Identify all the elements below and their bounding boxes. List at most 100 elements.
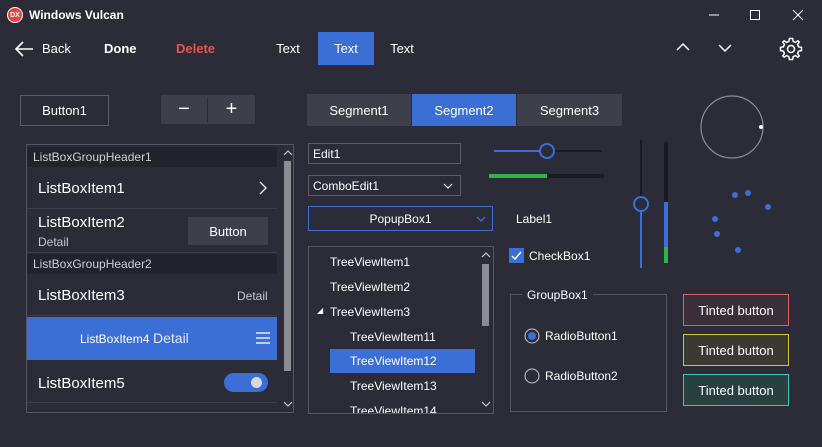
segment-1[interactable]: Segment1 xyxy=(307,94,411,126)
listbox-item-label: ListBoxItem1 xyxy=(38,180,125,197)
chevron-down-icon[interactable] xyxy=(443,183,453,189)
listbox-item-detail: Detail xyxy=(237,289,268,303)
back-arrow-icon xyxy=(14,41,33,57)
tinted-button-teal[interactable]: Tinted button xyxy=(683,374,789,406)
slider-thumb[interactable] xyxy=(539,143,555,159)
progress-fill-blue xyxy=(664,202,668,247)
scroll-up-icon[interactable] xyxy=(283,150,293,156)
plus-button[interactable]: + xyxy=(208,95,255,124)
listbox-group-header-2: ListBoxGroupHeader2 xyxy=(27,254,277,274)
listbox-item-detail: Detail xyxy=(38,235,69,249)
progress-fill-green xyxy=(664,247,668,263)
treeview[interactable]: TreeViewItem1 TreeViewItem2 ◢ TreeViewIt… xyxy=(308,246,494,414)
radio-label: RadioButton1 xyxy=(545,329,618,343)
tab-text-1[interactable]: Text xyxy=(262,32,314,65)
button1[interactable]: Button1 xyxy=(20,95,109,126)
progress-bar-vertical xyxy=(664,142,669,263)
scroll-down-icon[interactable] xyxy=(283,401,293,407)
loading-spinner-icon xyxy=(712,190,771,253)
tinted-button-yellow[interactable]: Tinted button xyxy=(683,334,789,366)
scroll-down-icon[interactable] xyxy=(481,401,491,407)
tree-item[interactable]: TreeViewItem14 xyxy=(350,404,437,413)
horizontal-slider[interactable] xyxy=(494,142,602,160)
scrollbar-thumb[interactable] xyxy=(482,264,489,326)
radio-unselected-icon xyxy=(524,368,540,384)
checkbox-label: CheckBox1 xyxy=(529,249,591,263)
checkmark-icon xyxy=(511,251,522,261)
listbox[interactable]: ListBoxGroupHeader1 ListBoxItem1 ListBox… xyxy=(26,144,294,413)
radio-button-2[interactable]: RadioButton2 xyxy=(524,367,634,385)
chevron-down-icon[interactable] xyxy=(718,43,732,53)
groupbox xyxy=(510,294,667,412)
scrollbar-thumb[interactable] xyxy=(284,161,291,371)
maximize-button[interactable] xyxy=(735,0,775,30)
listbox-item-label: ListBoxItem2 xyxy=(38,214,125,231)
expander-icon[interactable]: ◢ xyxy=(317,306,323,315)
close-icon xyxy=(792,9,804,21)
drag-handle-icon[interactable] xyxy=(256,332,270,344)
minus-button[interactable]: − xyxy=(161,95,207,124)
toggle-knob xyxy=(251,377,262,388)
minimize-button[interactable] xyxy=(694,0,734,30)
progress-track xyxy=(547,174,604,178)
tree-item[interactable]: TreeViewItem3 xyxy=(330,305,410,319)
radio-button-1[interactable]: RadioButton1 xyxy=(524,327,634,345)
knob-indicator xyxy=(759,125,763,129)
scroll-up-icon[interactable] xyxy=(481,252,491,258)
back-button[interactable]: Back xyxy=(12,38,72,60)
tinted-button-red[interactable]: Tinted button xyxy=(683,294,789,326)
chevron-up-icon[interactable] xyxy=(676,42,690,52)
tree-item[interactable]: TreeViewItem12 xyxy=(350,354,437,368)
chevron-right-icon xyxy=(259,181,267,195)
listbox-scrollbar[interactable] xyxy=(281,145,293,412)
combo-edit[interactable]: ComboEdit1 xyxy=(308,175,461,196)
maximize-icon xyxy=(750,10,760,20)
checkbox-box xyxy=(509,248,524,263)
listbox-group-header-1: ListBoxGroupHeader1 xyxy=(27,147,277,167)
progress-fill-green xyxy=(489,174,547,178)
progress-track xyxy=(664,142,668,202)
segment-2[interactable]: Segment2 xyxy=(412,94,516,126)
listbox-item-5[interactable]: ListBoxItem5 xyxy=(27,361,277,403)
chevron-down-icon xyxy=(476,216,486,222)
listbox-item-1[interactable]: ListBoxItem1 xyxy=(27,167,277,209)
radio-label: RadioButton2 xyxy=(545,369,618,383)
slider-track xyxy=(640,140,642,202)
app-icon: DX xyxy=(7,7,23,23)
radio-selected-icon xyxy=(524,328,540,344)
popup-box[interactable]: PopupBox1 xyxy=(308,206,493,231)
tree-item[interactable]: TreeViewItem13 xyxy=(350,379,437,393)
groupbox-title: GroupBox1 xyxy=(522,288,593,302)
minimize-icon xyxy=(709,14,719,16)
segment-3[interactable]: Segment3 xyxy=(517,94,622,126)
tree-item[interactable]: TreeViewItem1 xyxy=(330,255,410,269)
window-title: Windows Vulcan xyxy=(29,8,124,22)
listbox-item-detail: Detail xyxy=(153,330,189,346)
delete-button[interactable]: Delete xyxy=(176,41,215,56)
popup-box-value: PopupBox1 xyxy=(369,211,432,226)
edit1-input[interactable]: Edit1 xyxy=(308,143,461,164)
tree-item[interactable]: TreeViewItem11 xyxy=(350,330,436,344)
back-label: Back xyxy=(42,41,71,56)
slider-thumb[interactable] xyxy=(633,196,649,212)
toggle-switch[interactable] xyxy=(224,373,268,392)
tree-scrollbar[interactable] xyxy=(479,247,493,413)
listbox-item-4[interactable]: ListBoxItem4 Detail xyxy=(27,317,277,360)
listbox-item-label: ListBoxItem3 xyxy=(38,287,125,304)
done-button[interactable]: Done xyxy=(104,41,137,56)
vertical-slider[interactable] xyxy=(632,140,650,268)
gear-icon[interactable] xyxy=(779,37,803,61)
listbox-item-button[interactable]: Button xyxy=(188,217,268,245)
checkbox1[interactable]: CheckBox1 xyxy=(509,247,599,265)
rotary-knob[interactable] xyxy=(699,94,765,160)
listbox-item-label: ListBoxItem4 xyxy=(80,332,150,346)
tab-text-2[interactable]: Text xyxy=(318,32,374,65)
close-button[interactable] xyxy=(778,0,818,30)
listbox-item-3[interactable]: ListBoxItem3 Detail xyxy=(27,274,277,316)
tree-item[interactable]: TreeViewItem2 xyxy=(330,280,410,294)
tab-text-3[interactable]: Text xyxy=(376,32,428,65)
combo-edit-value: ComboEdit1 xyxy=(313,178,380,193)
progress-bar-horizontal xyxy=(489,174,604,179)
listbox-item-2[interactable]: ListBoxItem2 Detail Button xyxy=(27,209,277,253)
listbox-item-label: ListBoxItem5 xyxy=(38,375,125,392)
